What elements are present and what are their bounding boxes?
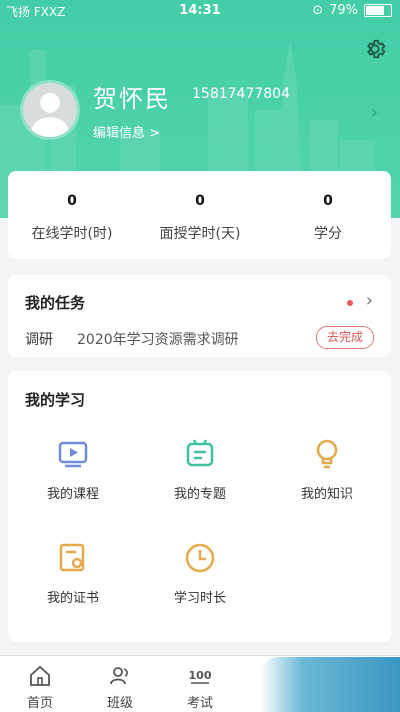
battery-percent: 79% (329, 3, 358, 18)
complete-task-button[interactable]: 去完成 (316, 326, 374, 349)
certificate-icon (56, 541, 90, 575)
task-name[interactable]: 2020年学习资源需求调研 (77, 329, 239, 349)
tab-label: 首页 (26, 696, 53, 711)
unread-dot-icon (347, 300, 353, 306)
item-label: 我的知识 (300, 487, 353, 502)
item-label: 我的课程 (46, 487, 99, 502)
stat-value: 0 (195, 193, 205, 209)
tab-exam[interactable]: 100 考试 (165, 664, 235, 711)
lightbulb-icon (310, 437, 344, 471)
learning-title: 我的学习 (25, 391, 86, 409)
tasks-title: 我的任务 (25, 294, 86, 312)
my-learning-card: 我的学习 我的课程 我的专题 我的知识 我的证书 学习时长 (8, 371, 391, 642)
home-icon (28, 664, 52, 688)
my-knowledge-item[interactable]: 我的知识 (272, 437, 382, 502)
my-topic-item[interactable]: 我的专题 (145, 437, 255, 502)
study-duration-item[interactable]: 学习时长 (145, 541, 255, 606)
stat-online-hours[interactable]: 0 在线学时(时) (8, 193, 136, 243)
watermark-overlay (260, 657, 400, 712)
my-tasks-card: 我的任务 › 调研 2020年学习资源需求调研 去完成 (8, 275, 391, 357)
tasks-arrow-icon[interactable]: › (366, 290, 373, 311)
avatar[interactable] (20, 80, 80, 140)
user-phone: 15817477804 (192, 86, 290, 102)
status-bar: 飞扬 FXXZ 14:31 ⊙ 79% (0, 0, 400, 24)
tab-label: 班级 (106, 696, 133, 711)
stat-value: 0 (323, 193, 333, 209)
item-label: 学习时长 (173, 591, 226, 606)
stat-value: 0 (67, 193, 77, 209)
clock-icon (183, 541, 217, 575)
task-type: 调研 (25, 332, 53, 348)
stat-offline-days[interactable]: 0 面授学时(天) (136, 193, 264, 243)
class-icon (108, 664, 132, 688)
my-course-item[interactable]: 我的课程 (18, 437, 128, 502)
stat-label: 在线学时(时) (31, 226, 113, 242)
orientation-lock-icon: ⊙ (312, 3, 324, 18)
bottom-tab-bar: 首页 班级 100 考试 (0, 655, 400, 712)
tab-class[interactable]: 班级 (85, 664, 155, 711)
svg-text:100: 100 (189, 669, 212, 682)
settings-gear-icon[interactable] (364, 38, 386, 60)
stat-credits[interactable]: 0 学分 (264, 193, 392, 243)
tab-home[interactable]: 首页 (5, 664, 75, 711)
item-label: 我的专题 (173, 487, 226, 502)
stat-label: 学分 (314, 226, 342, 242)
profile-arrow-icon[interactable]: › (371, 102, 378, 123)
course-play-icon (56, 437, 90, 471)
tab-label: 考试 (186, 696, 213, 711)
my-certificate-item[interactable]: 我的证书 (18, 541, 128, 606)
item-label: 我的证书 (46, 591, 99, 606)
exam-100-icon: 100 (188, 664, 212, 688)
edit-profile-link[interactable]: 编辑信息 > (93, 122, 160, 141)
stat-label: 面授学时(天) (159, 226, 241, 242)
battery-icon (364, 4, 392, 17)
topic-icon (183, 437, 217, 471)
user-name: 贺怀民 (93, 85, 171, 113)
default-avatar-icon (32, 92, 68, 137)
status-right: ⊙ 79% (312, 3, 392, 18)
learning-stats-card: 0 在线学时(时) 0 面授学时(天) 0 学分 (8, 171, 391, 259)
